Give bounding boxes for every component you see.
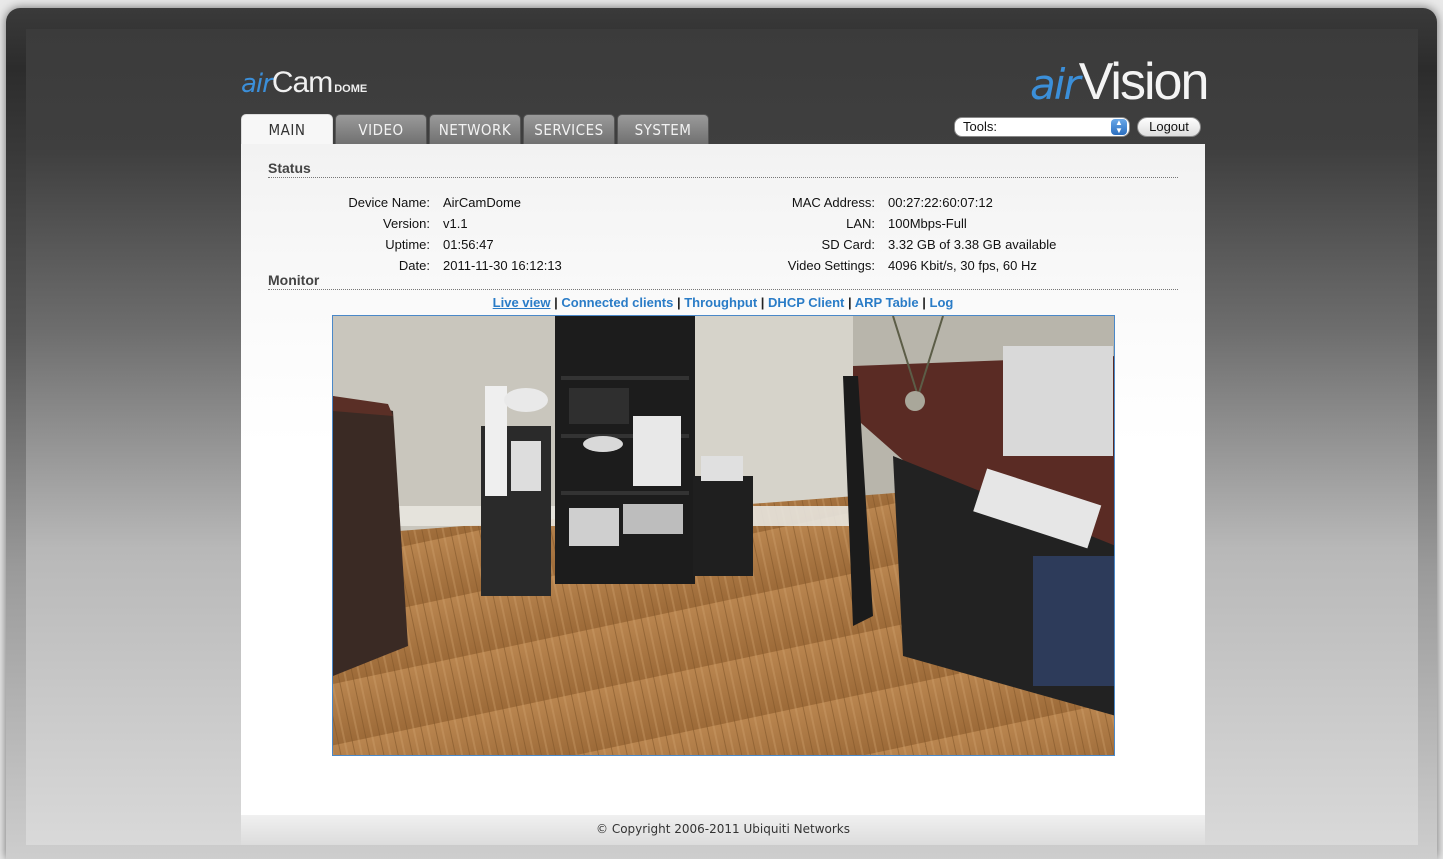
tools-label: Tools:: [963, 119, 997, 134]
link-throughput[interactable]: Throughput: [684, 295, 757, 310]
logout-button[interactable]: Logout: [1137, 117, 1201, 137]
tools-dropdown[interactable]: Tools: ▲ ▼: [954, 117, 1130, 137]
tab-main[interactable]: MAIN: [241, 114, 333, 145]
live-video-feed[interactable]: [332, 315, 1115, 756]
date-row: Date: 2011-11-30 16:12:13: [398, 258, 562, 273]
airvision-logo: airVision: [1030, 53, 1209, 111]
status-title: Status: [268, 160, 311, 176]
link-live-view[interactable]: Live view: [493, 295, 551, 310]
link-dhcp-client[interactable]: DHCP Client: [768, 295, 844, 310]
link-separator: |: [676, 295, 681, 310]
tab-video[interactable]: VIDEO: [335, 114, 427, 145]
monitor-links: Live view | Connected clients | Throughp…: [241, 295, 1205, 310]
link-log[interactable]: Log: [930, 295, 954, 310]
uptime-row: Uptime: 01:56:47: [385, 237, 494, 252]
version-row: Version: v1.1: [383, 216, 468, 231]
tab-services[interactable]: SERVICES: [523, 114, 615, 145]
footer-copyright: © Copyright 2006-2011 Ubiquiti Networks: [241, 815, 1205, 845]
lan-row: LAN: 100Mbps-Full: [846, 216, 967, 231]
sd-card-row: SD Card: 3.32 GB of 3.38 GB available: [821, 237, 1057, 252]
video-frame-image: [333, 316, 1114, 755]
monitor-divider: [268, 289, 1178, 290]
video-settings-row: Video Settings: 4096 Kbit/s, 30 fps, 60 H…: [787, 258, 1037, 273]
main-panel: Status Device Name: AirCamDome Version: v1…: [241, 144, 1205, 815]
aircam-dome-logo: airCam DOME: [241, 66, 368, 99]
link-separator: |: [760, 295, 765, 310]
tab-network[interactable]: NETWORK: [429, 114, 521, 145]
updown-arrows-icon: ▲ ▼: [1111, 119, 1127, 135]
link-separator: |: [554, 295, 558, 310]
link-separator: |: [922, 295, 926, 310]
device-name-row: Device Name: AirCamDome: [348, 195, 522, 210]
tab-system[interactable]: SYSTEM: [617, 114, 709, 145]
mac-address-row: MAC Address: 00:27:22:60:07:12: [791, 195, 993, 210]
monitor-title: Monitor: [268, 272, 320, 288]
status-divider: [268, 177, 1178, 178]
link-separator: |: [848, 295, 852, 310]
link-connected-clients[interactable]: Connected clients: [561, 295, 673, 310]
link-arp-table[interactable]: ARP Table: [855, 295, 919, 310]
